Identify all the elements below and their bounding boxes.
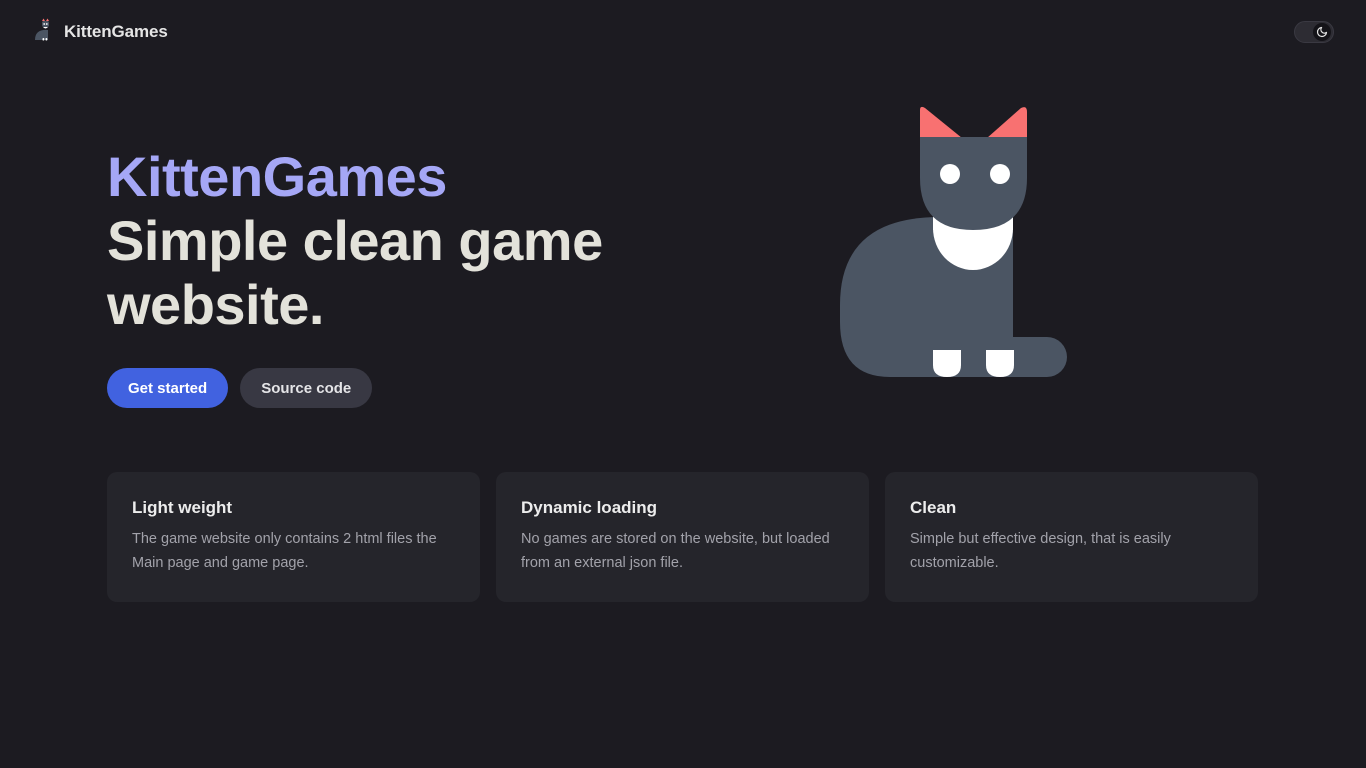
cat-left-eye [940, 164, 960, 184]
cat-left-ear [920, 106, 962, 138]
feature-title: Light weight [132, 498, 233, 517]
cat-head [920, 137, 1027, 230]
moon-icon [1313, 23, 1331, 41]
hero-buttons: Get started Source code [107, 368, 373, 408]
hero-subtitle: Simple clean game website. [107, 209, 603, 336]
get-started-button[interactable]: Get started [107, 368, 229, 408]
cat-right-ear [987, 107, 1027, 138]
feature-title: Dynamic loading [521, 498, 658, 517]
feature-card-dynamic-loading: Dynamic loading No games are stored on t… [496, 472, 869, 602]
cat-illustration [835, 100, 1075, 385]
feature-description: No games are stored on the website, but … [521, 531, 830, 571]
hero-section: KittenGames Simple clean game website. [107, 145, 747, 337]
cat-right-paw [986, 350, 1014, 377]
feature-title: Clean [910, 498, 957, 517]
brand-link[interactable]: KittenGames [34, 18, 168, 47]
feature-card-light-weight: Light weight The game website only conta… [107, 472, 480, 602]
hero-title: KittenGames [107, 145, 447, 208]
feature-description: The game website only contains 2 html fi… [132, 531, 437, 571]
theme-toggle[interactable] [1294, 21, 1334, 43]
feature-card-clean: Clean Simple but effective design, that … [885, 472, 1258, 602]
cat-right-eye [990, 164, 1010, 184]
source-code-button[interactable]: Source code [240, 368, 373, 408]
features-section: Light weight The game website only conta… [107, 472, 1258, 602]
brand-name: KittenGames [64, 22, 168, 41]
cat-logo-icon [34, 18, 54, 47]
top-navbar: KittenGames [0, 0, 1366, 64]
cat-left-paw [933, 350, 961, 377]
feature-description: Simple but effective design, that is eas… [910, 531, 1171, 571]
